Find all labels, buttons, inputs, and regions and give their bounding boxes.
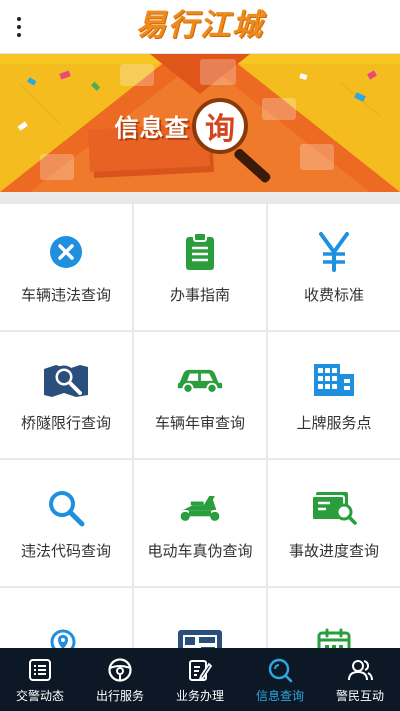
service-grid: 车辆违法查询 办事指南 收费标准 桥隧限行查询 车辆年审查询 上牌服务点 违法代… [0,196,400,648]
card-search-icon [310,486,358,530]
grid-item-label: 事故进度查询 [288,541,379,560]
bottom-nav: 交警动态 出行服务 业务办理 信息查询 警民互动 [0,648,400,711]
banner-title: 信息查 [114,113,190,142]
nav-item-info-query[interactable]: 信息查询 [240,648,320,711]
nav-label: 出行服务 [95,688,144,703]
info-query-banner[interactable]: 信息查 询 [0,54,400,192]
search-icon [42,486,90,530]
grid-item-accident-progress[interactable]: 事故进度查询 [268,460,400,586]
nav-item-traffic-news[interactable]: 交警动态 [0,648,80,711]
magnifier-map-icon [42,358,90,402]
nav-item-business-handling[interactable]: 业务办理 [160,648,240,711]
car-icon [176,358,224,402]
app-header: 易行江城 [0,0,400,54]
grid-item-fee-standard[interactable]: 收费标准 [268,204,400,330]
grid-item-label: 违法代码查询 [20,541,111,560]
news-list-icon [26,656,54,684]
grid-item-label: 车辆年审查询 [154,413,245,432]
location-search-icon [42,624,90,648]
grid-item-label: 收费标准 [303,285,364,304]
grid-item-location-search[interactable] [0,588,132,648]
users-icon [346,656,374,684]
grid-item-bridge-tunnel-restriction[interactable]: 桥隧限行查询 [0,332,132,458]
grid-item-service-guide[interactable]: 办事指南 [134,204,266,330]
yen-icon [310,230,358,274]
nav-label: 信息查询 [255,688,304,703]
building-icon [310,358,358,402]
grid-item-label: 电动车真伪查询 [147,541,253,560]
nav-label: 交警动态 [15,688,64,703]
grid-item-label: 桥隧限行查询 [20,413,111,432]
grid-item-map-board[interactable] [134,588,266,648]
grid-item-ebike-authenticity[interactable]: 电动车真伪查询 [134,460,266,586]
edit-document-icon [186,656,214,684]
steering-wheel-icon [106,656,134,684]
nav-item-police-interaction[interactable]: 警民互动 [320,648,400,711]
clipboard-icon [176,230,224,274]
grid-item-label: 办事指南 [169,285,230,304]
grid-item-violation-code[interactable]: 违法代码查询 [0,460,132,586]
map-board-icon [176,624,224,648]
magnifier-icon: 询 [192,98,248,154]
grid-item-label: 上牌服务点 [296,413,372,432]
grid-item-plate-service-point[interactable]: 上牌服务点 [268,332,400,458]
grid-item-calendar[interactable] [268,588,400,648]
calendar-icon [310,624,358,648]
scooter-icon [176,486,224,530]
grid-item-annual-inspection[interactable]: 车辆年审查询 [134,332,266,458]
banner-magnifier-char: 询 [205,112,235,147]
nav-item-travel-service[interactable]: 出行服务 [80,648,160,711]
x-circle-icon [42,230,90,274]
app-logo: 易行江城 [136,8,264,43]
grid-item-vehicle-violation[interactable]: 车辆违法查询 [0,204,132,330]
nav-label: 业务办理 [175,688,224,703]
nav-label: 警民互动 [335,688,384,703]
search-circle-icon [266,656,294,684]
grid-item-label: 车辆违法查询 [20,285,111,304]
